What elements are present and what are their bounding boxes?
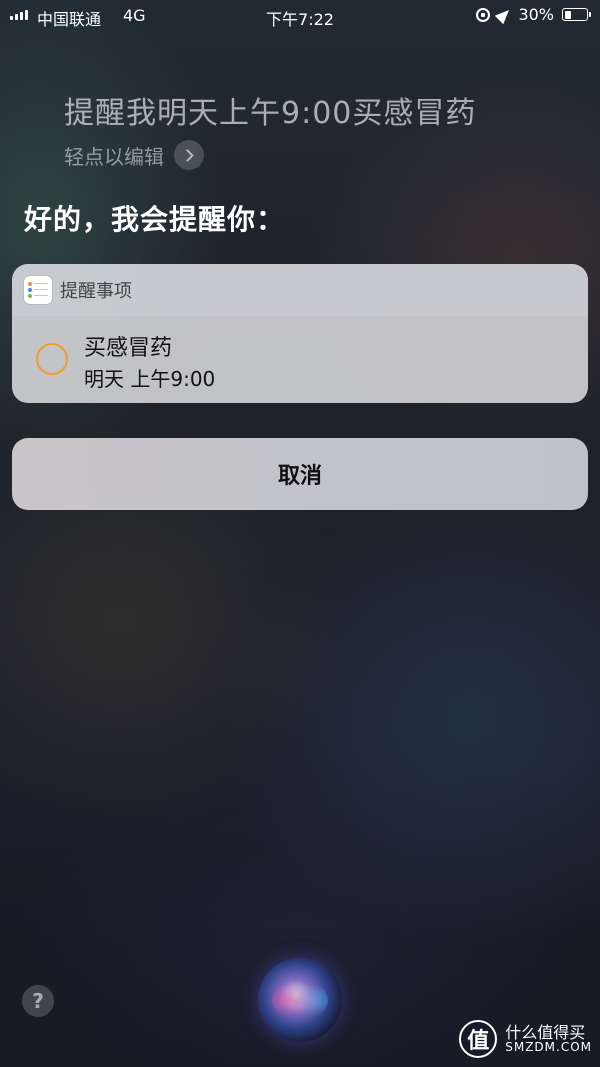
chevron-right-icon[interactable] (174, 140, 204, 170)
tap-to-edit[interactable]: 轻点以编辑 (64, 140, 204, 170)
reminders-app-icon (24, 276, 52, 304)
reminder-card[interactable]: 提醒事项 买感冒药 明天 上午9:00 (12, 264, 588, 403)
siri-query-text[interactable]: 提醒我明天上午9:00买感冒药 (64, 88, 476, 132)
watermark-domain: SMZDM.COM (505, 1040, 592, 1055)
battery-fill (564, 10, 571, 19)
battery-percent: 30% (518, 5, 554, 24)
watermark-logo: 值 (459, 1020, 498, 1058)
reminder-item-time: 明天 上午9:00 (84, 367, 216, 391)
watermark: 值 什么值得买 SMZDM.COM (459, 1020, 592, 1058)
reminder-checkbox[interactable] (36, 343, 68, 375)
reminder-item-title: 买感冒药 (84, 336, 173, 361)
help-button[interactable]: ? (22, 985, 54, 1017)
tap-to-edit-label[interactable]: 轻点以编辑 (64, 141, 164, 170)
reminder-item[interactable]: 买感冒药 明天 上午9:00 (12, 316, 588, 403)
location-arrow-icon (495, 5, 514, 24)
reminder-app-name: 提醒事项 (60, 281, 132, 302)
cancel-button[interactable]: 取消 (12, 438, 588, 510)
rotation-lock-icon (476, 7, 491, 22)
status-right-group: 30% (476, 5, 591, 24)
battery-icon (562, 8, 591, 21)
siri-reply: 好的，我会提醒你： (24, 203, 286, 236)
watermark-name: 什么值得买 (505, 1022, 586, 1042)
status-bar: 中国联通 4G 下午7:22 30% (0, 0, 600, 30)
reminder-card-header: 提醒事项 (12, 264, 588, 316)
siri-orb-button[interactable] (258, 958, 342, 1042)
